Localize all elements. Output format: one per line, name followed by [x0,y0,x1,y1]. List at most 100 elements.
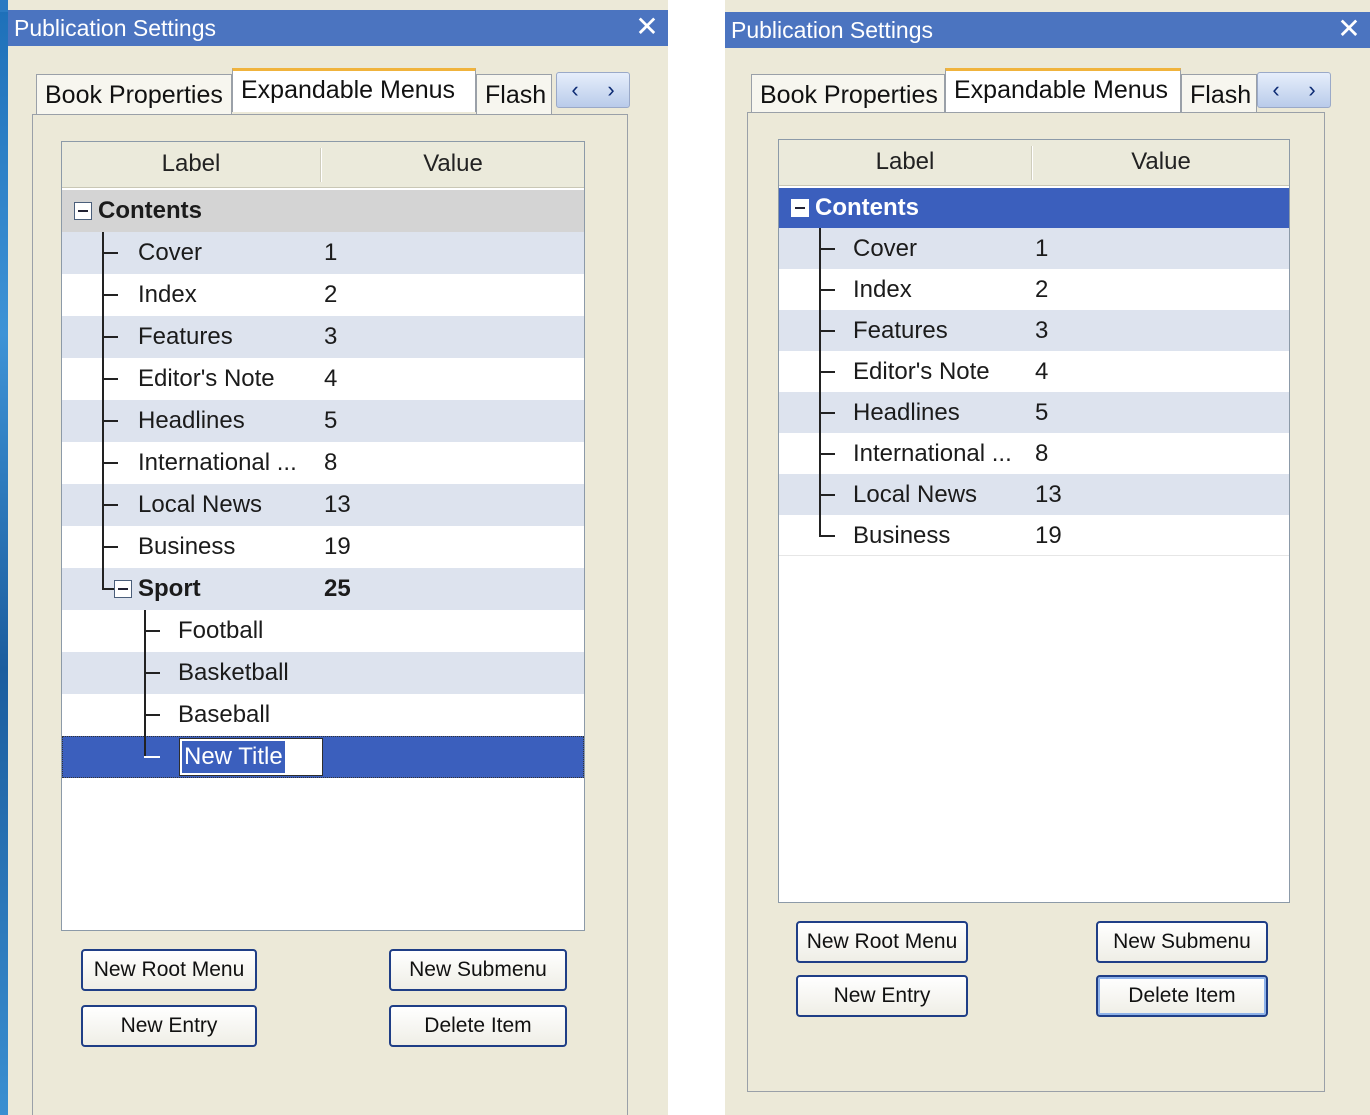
publication-settings-window-left: Publication Settings ✕ Book Properties E… [8,0,668,1115]
menu-tree[interactable]: Label Value Contents Cover 1 Index 2 Fea… [778,139,1290,903]
tree-row[interactable]: Index 2 [62,274,584,316]
close-icon[interactable]: ✕ [1336,12,1362,48]
tree-row[interactable]: Basketball [62,652,584,694]
tree-row[interactable]: Local News 13 [779,474,1289,515]
publication-settings-window-right: Publication Settings ✕ Book Properties E… [725,0,1370,1115]
tree-row[interactable]: Features 3 [779,310,1289,351]
chevron-left-icon[interactable]: ‹ [1258,73,1294,109]
tab-scroll-arrows: ‹ › [1257,72,1331,108]
tree-group-sport[interactable]: Sport 25 [62,568,584,610]
tree-row-label: Headlines [138,407,245,434]
tree-row-label: Basketball [178,659,289,686]
tree-connector [102,336,118,338]
new-entry-button[interactable]: New Entry [81,1005,257,1047]
window-title: Publication Settings [14,15,217,41]
tree-row[interactable]: Index 2 [779,269,1289,310]
collapse-minus-icon[interactable] [791,199,809,217]
tab-flash[interactable]: Flash [1181,74,1257,114]
tree-connector [819,289,835,291]
tree-row-value: 5 [1035,399,1049,426]
tree-row-value: 19 [1035,522,1062,549]
tree-root-label: Contents [98,197,202,224]
tab-book-properties[interactable]: Book Properties [751,74,945,114]
new-root-menu-button[interactable]: New Root Menu [81,949,257,991]
tree-row-value: 19 [324,533,351,560]
column-header-value[interactable]: Value [322,142,584,188]
tree-root-contents[interactable]: Contents [62,190,584,232]
tree-row-value: 8 [1035,440,1049,467]
tree-row[interactable]: International ... 8 [62,442,584,484]
tree-row[interactable]: Cover 1 [62,232,584,274]
tree-connector [102,252,118,254]
column-header-label[interactable]: Label [62,142,320,188]
chevron-left-icon[interactable]: ‹ [557,73,593,109]
tree-row[interactable]: Headlines 5 [62,400,584,442]
chevron-right-icon[interactable]: › [1294,73,1330,109]
tree-row-label: Index [138,281,197,308]
tree-connector [819,535,835,537]
rename-input-text: New Title [182,741,285,773]
new-submenu-button[interactable]: New Submenu [1096,921,1268,963]
tree-row[interactable]: Business 19 [779,515,1289,556]
tree-row[interactable]: Local News 13 [62,484,584,526]
collapse-minus-icon[interactable] [74,202,92,220]
tree-row-value: 8 [324,449,338,476]
tab-panel-expandable-menus: Label Value Contents Cover 1 Index 2 Fea… [32,114,628,1115]
tree-row-value: 5 [324,407,338,434]
tree-row-label: International ... [138,449,297,476]
new-entry-button[interactable]: New Entry [796,975,968,1017]
tree-connector [102,546,118,548]
tree-row[interactable]: Business 19 [62,526,584,568]
tree-row[interactable]: Headlines 5 [779,392,1289,433]
tree-row-label: Headlines [853,399,960,426]
tree-row-label: Baseball [178,701,271,728]
new-submenu-button[interactable]: New Submenu [389,949,567,991]
tree-connector [819,371,835,373]
tree-header: Label Value [779,140,1289,186]
tree-row-label: Index [853,276,912,303]
tree-row-value: 3 [1035,317,1049,344]
chevron-right-icon[interactable]: › [593,73,629,109]
close-icon[interactable]: ✕ [634,10,660,46]
tree-root-contents[interactable]: Contents [779,188,1289,228]
tree-row-value: 2 [324,281,338,308]
tree-connector [819,453,835,455]
tree-row-label: Business [853,522,951,549]
tree-row[interactable]: Editor's Note 4 [62,358,584,400]
tab-flash[interactable]: Flash [476,74,552,114]
tree-row[interactable]: Football [62,610,584,652]
tree-connector [819,330,835,332]
tree-connector [144,672,160,674]
collapse-minus-icon[interactable] [114,580,132,598]
tree-connector [102,462,118,464]
delete-item-button[interactable]: Delete Item [389,1005,567,1047]
tree-connector [102,420,118,422]
delete-item-button[interactable]: Delete Item [1096,975,1268,1017]
tab-expandable-menus[interactable]: Expandable Menus [232,68,476,112]
new-root-menu-button[interactable]: New Root Menu [796,921,968,963]
tree-connector [819,412,835,414]
tab-book-properties[interactable]: Book Properties [36,74,232,114]
tree-row[interactable]: Editor's Note 4 [779,351,1289,392]
tree-header: Label Value [62,142,584,188]
tree-row-label: Cover [138,239,203,266]
tree-row-value: 4 [324,365,338,392]
window-title: Publication Settings [731,17,934,43]
menu-tree[interactable]: Label Value Contents Cover 1 Index 2 Fea… [61,141,585,931]
tree-connector [819,494,835,496]
column-header-value[interactable]: Value [1033,140,1289,186]
tree-row[interactable]: Baseball [62,694,584,736]
tree-row[interactable]: International ... 8 [779,433,1289,474]
tab-expandable-menus[interactable]: Expandable Menus [945,68,1181,112]
tree-row-editing[interactable]: New Title [62,736,584,778]
tree-row-value: 13 [324,491,351,518]
column-header-label[interactable]: Label [779,140,1031,186]
tree-row[interactable]: Features 3 [62,316,584,358]
tree-row-label: Business [138,533,236,560]
tree-row-value: 2 [1035,276,1049,303]
tree-row-value: 1 [1035,235,1049,262]
tree-row[interactable]: Cover 1 [779,228,1289,269]
tree-group-value: 25 [324,575,351,602]
tree-connector [102,588,114,590]
rename-input[interactable]: New Title [179,738,323,776]
